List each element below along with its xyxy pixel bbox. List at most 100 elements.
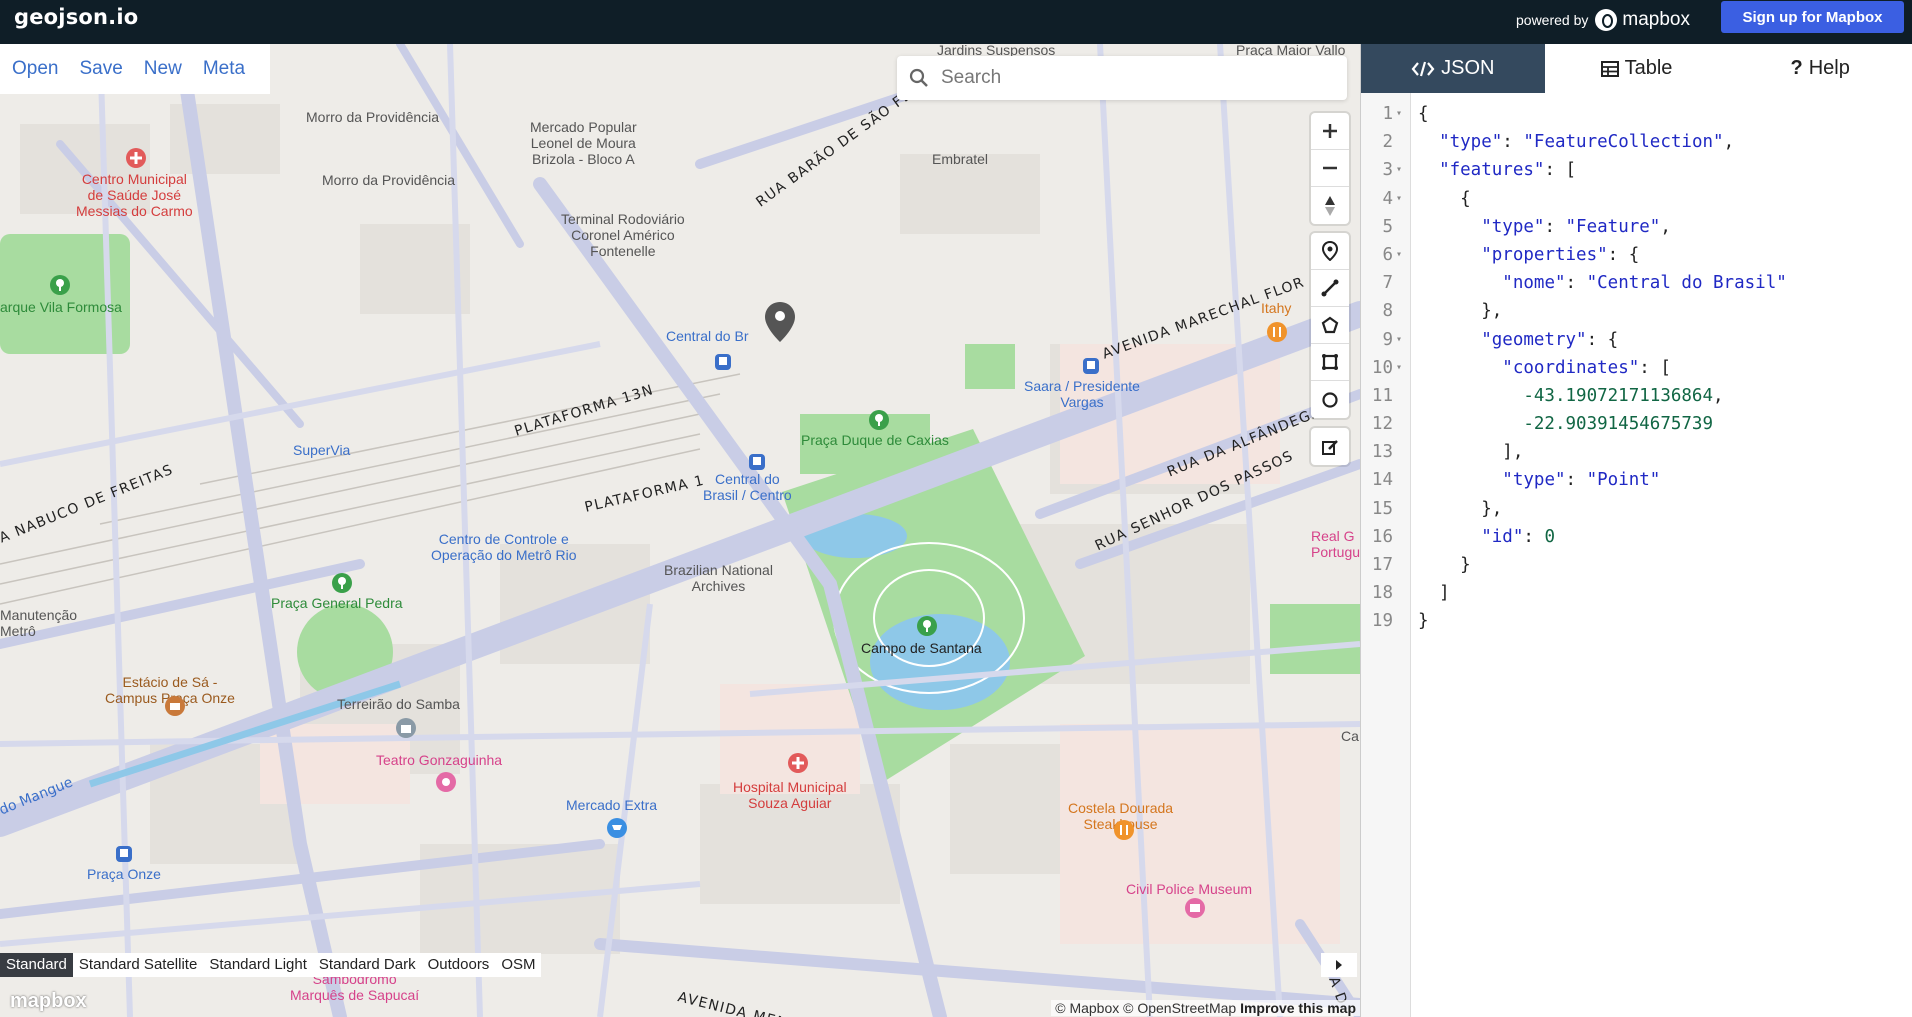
- place-label: Ca: [1341, 728, 1359, 744]
- edit-icon: [1322, 439, 1338, 455]
- metro-icon: [749, 454, 765, 470]
- code-text: "type": "Feature",: [1481, 216, 1671, 237]
- search-box[interactable]: Search: [897, 56, 1347, 100]
- style-option-standard[interactable]: Standard: [0, 953, 73, 977]
- compass-button[interactable]: [1311, 187, 1349, 224]
- draw-polygon-button[interactable]: [1311, 307, 1349, 344]
- zoom-controls: [1311, 113, 1349, 224]
- landmark-icon: [396, 718, 416, 738]
- signup-button[interactable]: Sign up for Mapbox: [1721, 1, 1904, 33]
- menu-meta[interactable]: Meta: [203, 58, 245, 80]
- line-number: 11: [1371, 385, 1393, 406]
- code-text: "coordinates": [: [1502, 357, 1671, 378]
- place-label: Central do Br: [666, 328, 749, 344]
- code-text: "type": "FeatureCollection",: [1439, 132, 1735, 153]
- style-option-standard-light[interactable]: Standard Light: [203, 953, 313, 977]
- place-label: Praça Duque de Caxias: [801, 432, 949, 448]
- line-icon: [1321, 279, 1339, 297]
- tab-json[interactable]: JSON: [1361, 44, 1545, 93]
- fold-toggle-icon[interactable]: ▾: [1396, 100, 1402, 128]
- style-option-standard-dark[interactable]: Standard Dark: [313, 953, 422, 977]
- mapbox-map-logo[interactable]: mapbox: [10, 990, 87, 1013]
- brand-logo[interactable]: geojson.io: [14, 5, 138, 29]
- draw-point-button[interactable]: [1311, 233, 1349, 270]
- draw-line-button[interactable]: [1311, 270, 1349, 307]
- fold-toggle-icon[interactable]: ▾: [1396, 326, 1402, 354]
- place-label: arque Vila Formosa: [0, 299, 122, 315]
- fold-toggle-icon[interactable]: ▾: [1396, 185, 1402, 213]
- edit-button[interactable]: [1311, 428, 1349, 465]
- map-base: [0, 44, 1360, 1017]
- search-input[interactable]: Search: [941, 67, 1001, 89]
- draw-rectangle-button[interactable]: [1311, 344, 1349, 381]
- zoom-in-button[interactable]: [1311, 113, 1349, 150]
- park-icon: [50, 275, 70, 295]
- place-label: SuperVia: [293, 442, 351, 458]
- line-number: 3: [1382, 160, 1393, 181]
- map-attribution: © Mapbox © OpenStreetMap Improve this ma…: [1051, 1000, 1360, 1016]
- file-menu: Open Save New Meta: [0, 44, 270, 94]
- attribution-mapbox[interactable]: © Mapbox: [1055, 1000, 1119, 1016]
- park-icon: [332, 573, 352, 593]
- shopping-cart-icon: [607, 818, 627, 838]
- edit-toolbar: [1311, 428, 1349, 465]
- draw-circle-button[interactable]: [1311, 381, 1349, 418]
- draw-toolbar: [1311, 233, 1349, 418]
- tab-table[interactable]: Table: [1545, 44, 1729, 93]
- chevron-right-icon: [1336, 960, 1342, 970]
- mapbox-wordmark: mapbox: [1622, 9, 1690, 30]
- menu-new[interactable]: New: [144, 58, 182, 80]
- style-option-osm[interactable]: OSM: [495, 953, 541, 977]
- code-text: },: [1418, 301, 1503, 322]
- place-label: Real G Português: [1311, 528, 1360, 561]
- map-canvas[interactable]: Morro da Providência Morro da Providênci…: [0, 44, 1360, 1017]
- restaurant-icon: [1114, 820, 1134, 840]
- line-number: 15: [1371, 498, 1393, 519]
- line-number: 14: [1371, 470, 1393, 491]
- code-text: }: [1418, 555, 1471, 575]
- place-label: Hospital Municipal Souza Aguiar: [733, 779, 847, 812]
- style-option-standard-satellite[interactable]: Standard Satellite: [73, 953, 203, 977]
- tab-help[interactable]: ? Help: [1728, 44, 1912, 93]
- powered-by: powered by mapbox: [1516, 9, 1690, 31]
- menu-open[interactable]: Open: [12, 58, 58, 80]
- mapbox-logo[interactable]: mapbox: [1595, 9, 1690, 31]
- fold-toggle-icon[interactable]: ▾: [1396, 354, 1402, 382]
- fold-toggle-icon[interactable]: ▾: [1396, 156, 1402, 184]
- table-icon: [1600, 60, 1619, 77]
- code-text: -22.90391454675739: [1523, 414, 1714, 435]
- plus-icon: [1323, 124, 1337, 138]
- place-label: Morro da Providência: [306, 109, 440, 125]
- top-bar: geojson.io powered by mapbox Sign up for…: [0, 0, 1912, 44]
- line-number: 17: [1371, 555, 1393, 575]
- attribution-osm[interactable]: © OpenStreetMap: [1123, 1000, 1236, 1016]
- zoom-out-button[interactable]: [1311, 150, 1349, 187]
- place-label: Brazilian National Archives: [664, 562, 773, 595]
- polygon-icon: [1321, 316, 1339, 334]
- rectangle-icon: [1322, 354, 1338, 370]
- line-number: 8: [1382, 301, 1393, 322]
- code-text: -43.19072171136864,: [1523, 385, 1724, 406]
- side-panel: JSON Table ? Help 1 ▾{2 "type": "FeatureC…: [1360, 44, 1912, 1017]
- place-label: Teatro Gonzaguinha: [376, 752, 503, 768]
- improve-map-link[interactable]: Improve this map: [1240, 1000, 1356, 1016]
- panel-tabs: JSON Table ? Help: [1361, 44, 1912, 93]
- collapse-panel-button[interactable]: [1321, 953, 1357, 977]
- place-label: Morro da Providência: [322, 172, 456, 188]
- code-text: "id": 0: [1481, 526, 1555, 547]
- line-number: 12: [1371, 414, 1393, 435]
- map-marker-pin[interactable]: [763, 301, 797, 343]
- fold-toggle-icon[interactable]: ▾: [1396, 241, 1402, 269]
- style-option-outdoors[interactable]: Outdoors: [422, 953, 496, 977]
- code-text: "nome": "Central do Brasil": [1502, 273, 1787, 294]
- compass-icon: [1325, 195, 1335, 216]
- place-label: Campo de Santana: [861, 640, 982, 656]
- code-text: }: [1418, 611, 1429, 632]
- park-icon: [917, 616, 937, 636]
- code-text: "properties": {: [1481, 244, 1640, 265]
- place-label: Central do Brasil / Centro: [703, 471, 792, 504]
- tab-help-label: Help: [1808, 57, 1850, 79]
- menu-save[interactable]: Save: [79, 58, 122, 80]
- line-number: 6: [1382, 244, 1393, 265]
- code-text: ],: [1418, 442, 1524, 463]
